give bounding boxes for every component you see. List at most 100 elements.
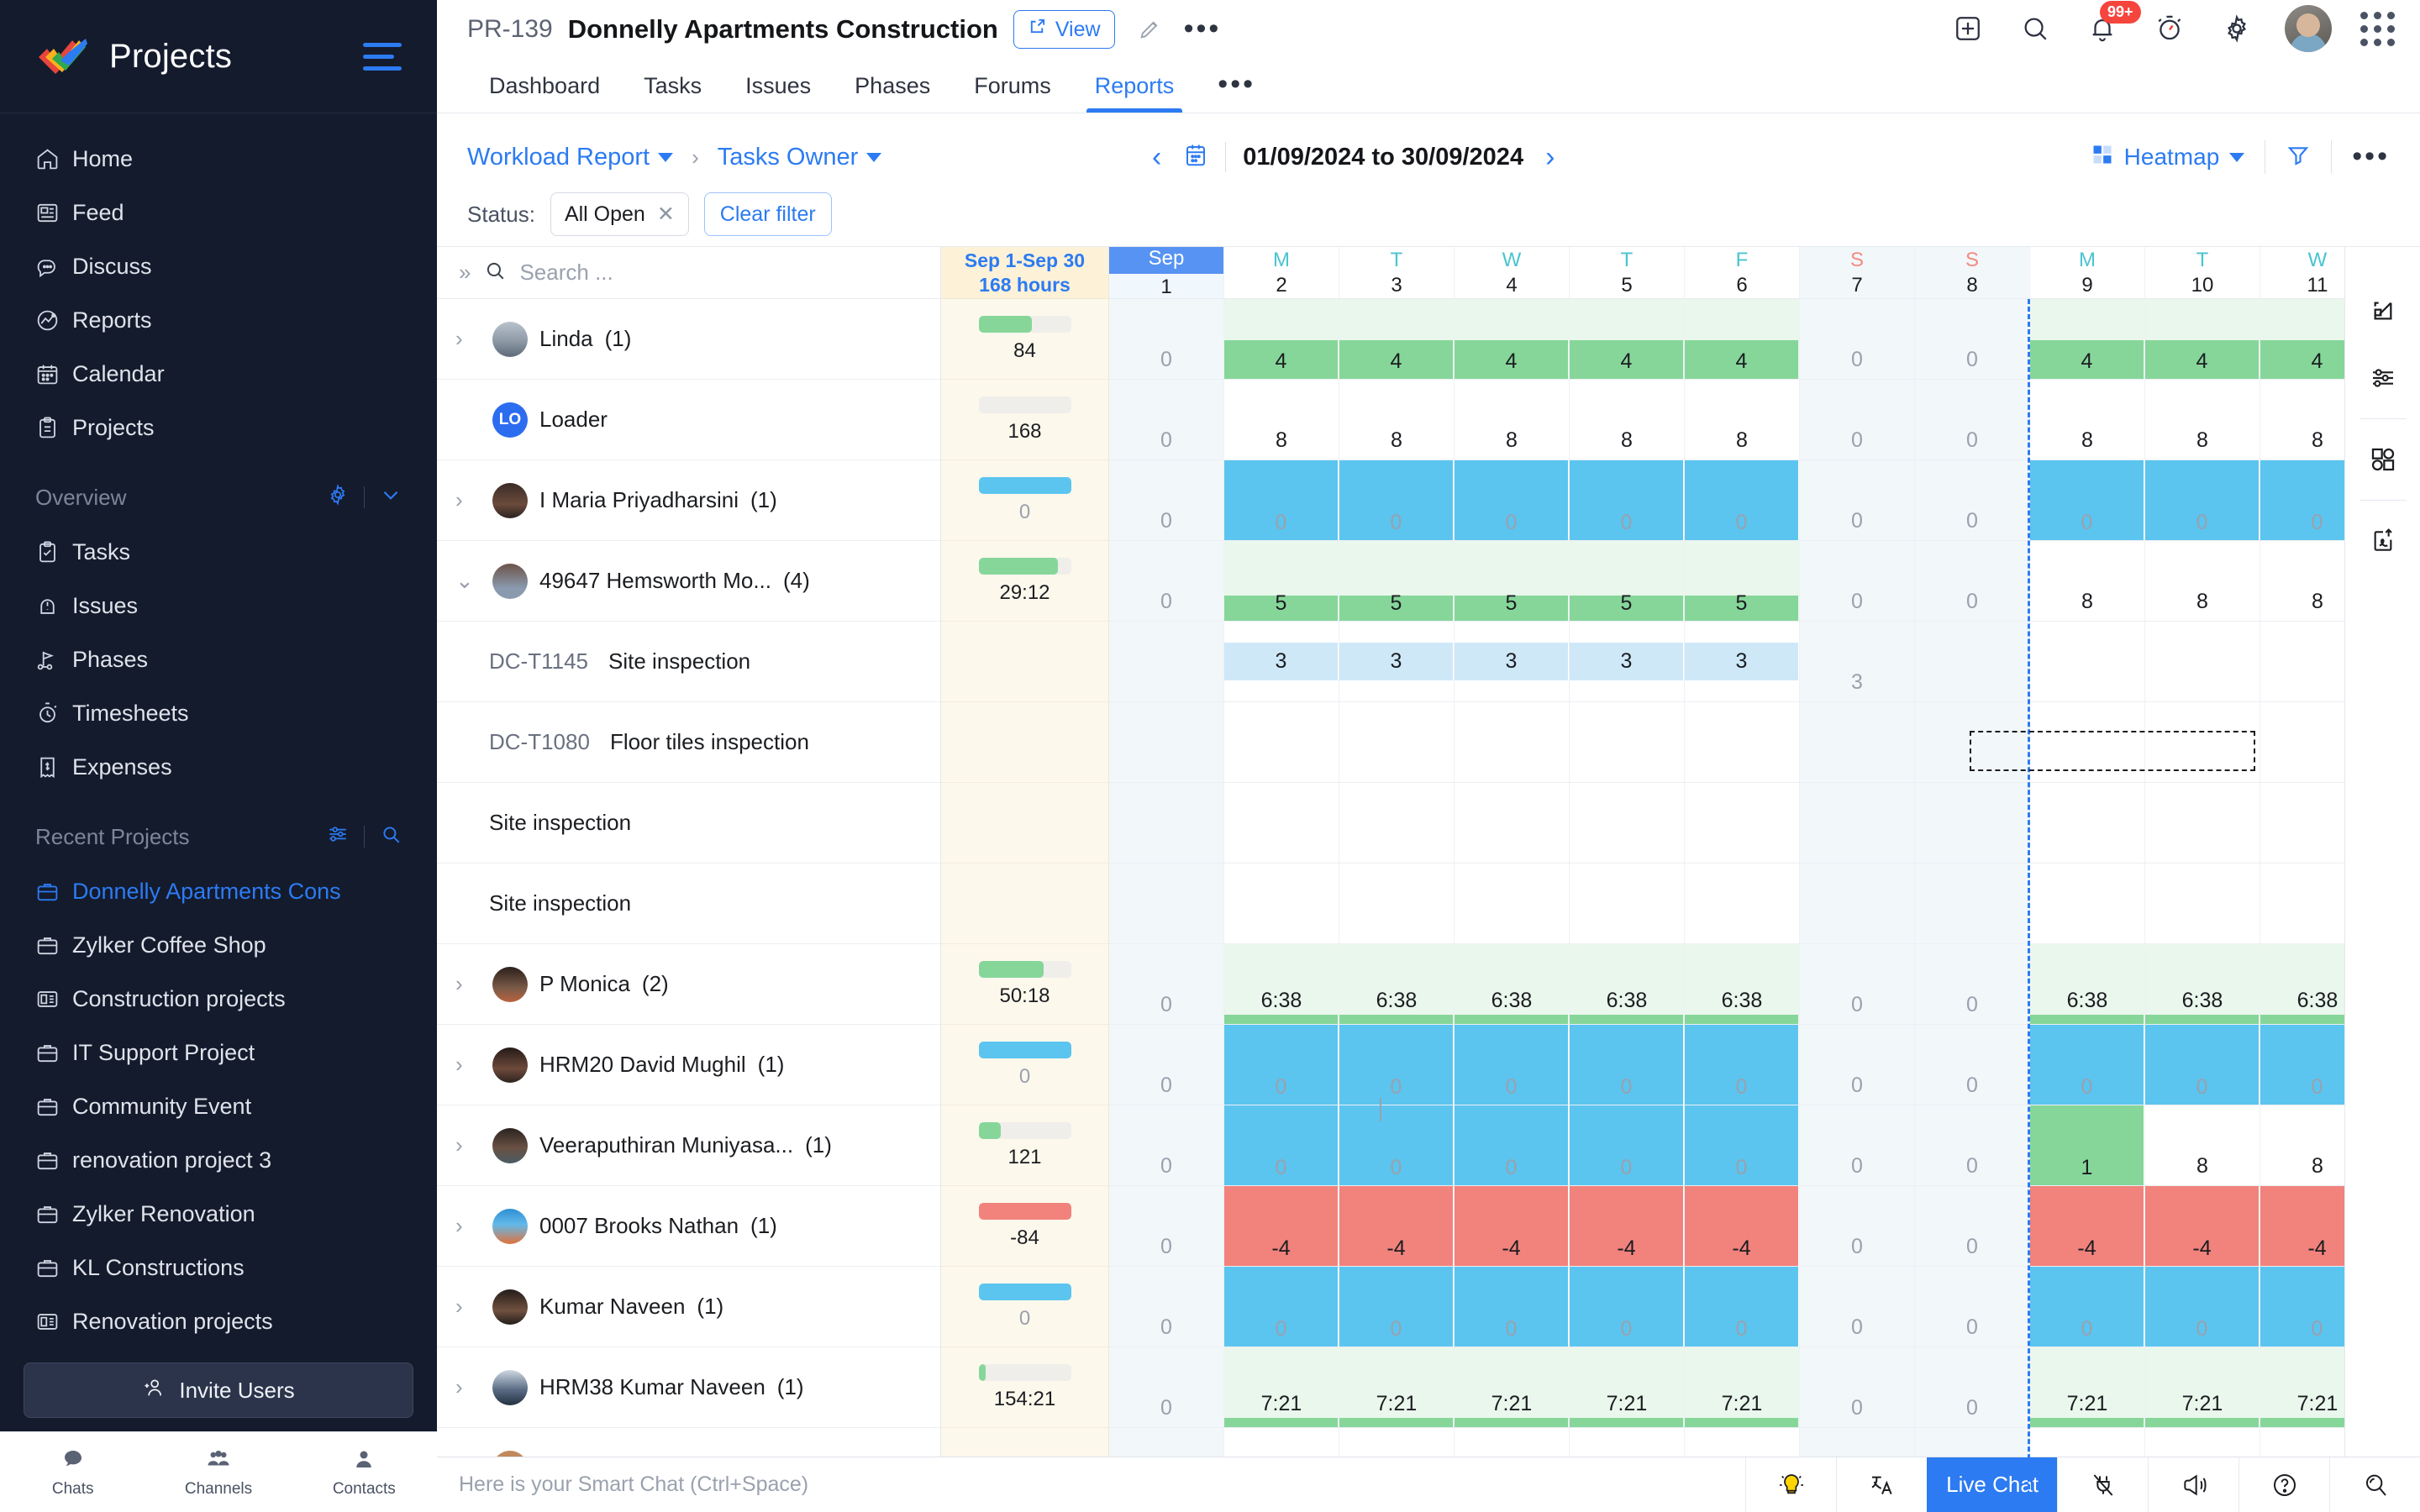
heatmap-cell[interactable] [2260,864,2344,943]
search-icon[interactable] [380,823,402,851]
heatmap-cell[interactable]: 0 [2260,1267,2344,1347]
sidebar-item-donnelly-apartments[interactable]: Donnelly Apartments Cons [0,864,437,918]
day-header-cell[interactable]: T3 [1339,247,1455,298]
heatmap-cell[interactable]: 8 [1455,380,1570,459]
export-pdf-icon[interactable] [2345,507,2420,575]
heatmap-cell[interactable]: 7:21 [1339,1347,1455,1427]
invite-users-button[interactable]: Invite Users [24,1362,413,1418]
heatmap-cell[interactable]: 0 [1109,1267,1224,1347]
sidebar-item-renovation-project-3[interactable]: renovation project 3 [0,1133,437,1187]
heatmap-cell[interactable]: -4 [1224,1186,1339,1266]
heatmap-cell[interactable]: 6:38 [1455,944,1570,1024]
plug-off-icon[interactable] [2057,1457,2148,1512]
sidebar-item-calendar[interactable]: Calendar [0,347,437,401]
heatmap-cell[interactable]: 7:21 [2030,1347,2145,1427]
heatmap-cell[interactable] [1339,702,1455,782]
heatmap-cell[interactable]: 0 [1570,460,1685,540]
list-item[interactable]: › HRM20 David Mughil (1) [437,1025,940,1105]
heatmap-cell[interactable]: 8 [2145,541,2260,621]
heatmap-cell[interactable]: 0 [1339,460,1455,540]
expand-toggle-icon[interactable]: › [455,1132,481,1158]
sidebar-item-timesheets[interactable]: Timesheets [0,686,437,740]
heatmap-cell[interactable]: 0 [1570,1267,1685,1347]
heatmap-cell[interactable]: 7:21 [1685,1347,1800,1427]
help-icon[interactable] [2238,1457,2329,1512]
heatmap-cell[interactable]: 7:21 [2260,1347,2344,1427]
report-more-button[interactable]: ••• [2352,143,2390,171]
heatmap-cell[interactable]: 6:38 [1339,944,1455,1024]
sidebar-item-projects[interactable]: Projects [0,401,437,454]
heatmap-cell[interactable]: -4 [1339,1186,1455,1266]
settings-gear-icon[interactable] [2217,9,2256,48]
heatmap-cell[interactable]: 8 [1685,380,1800,459]
heatmap-cell[interactable] [2260,783,2344,863]
heatmap-cell[interactable]: 0 [1570,1025,1685,1105]
expand-toggle-icon[interactable]: › [455,1213,481,1239]
heatmap-cell[interactable] [1800,702,1915,782]
heatmap-cell[interactable]: -4 [2145,1186,2260,1266]
heatmap-cell[interactable]: 0 [1109,380,1224,459]
heatmap-cell[interactable]: 0 [1800,944,1915,1024]
heatmap-cell[interactable] [2030,622,2145,701]
heatmap-cell[interactable]: 0 [1915,944,2030,1024]
heatmap-cell[interactable]: 0 [1339,1267,1455,1347]
heatmap-cell[interactable]: 0 [2030,1267,2145,1347]
notifications-bell-icon[interactable]: 99+ [2083,1,2141,48]
apps-grid-icon[interactable] [2360,11,2395,46]
user-avatar[interactable] [2285,5,2332,52]
heatmap-cell[interactable]: 4 [2260,299,2344,379]
group-by-dropdown[interactable]: Tasks Owner [718,144,882,171]
heatmap-cell[interactable] [1109,622,1224,701]
heatmap-cell[interactable]: 7:21 [1224,1347,1339,1427]
heatmap-cell[interactable] [1455,702,1570,782]
heatmap-cell[interactable]: 0 [1109,1186,1224,1266]
live-chat-button[interactable]: Live Chat [1927,1457,2057,1512]
heatmap-cell[interactable]: 5 [1685,541,1800,621]
heatmap-cell[interactable]: 7:21 [1570,1347,1685,1427]
heatmap-cell[interactable]: 5 [1339,541,1455,621]
timer-icon[interactable] [2150,9,2189,48]
search-circle-icon[interactable] [2329,1457,2420,1512]
heatmap-cell[interactable] [1339,864,1455,943]
heatmap-cell[interactable]: 0 [1915,460,2030,540]
expand-icon[interactable] [2345,277,2420,344]
heatmap-cell[interactable]: 4 [2030,299,2145,379]
heatmap-cell[interactable]: 0 [1685,1105,1800,1185]
heatmap-cell[interactable]: 0 [1109,1105,1224,1185]
heatmap-cell[interactable] [2145,864,2260,943]
sidebar-item-reports[interactable]: Reports [0,293,437,347]
heatmap-cell[interactable]: 0 [1915,380,2030,459]
collapse-toggle-icon[interactable]: ⌄ [455,568,481,594]
heatmap-cell[interactable] [1339,783,1455,863]
layout-icon[interactable] [2345,426,2420,493]
heatmap-cell[interactable]: 0 [1109,944,1224,1024]
sidebar-item-zylker-renovation[interactable]: Zylker Renovation [0,1187,437,1241]
heatmap-cell[interactable]: 5 [1455,541,1570,621]
heatmap-cell[interactable] [2030,783,2145,863]
tab-reports[interactable]: Reports [1073,73,1197,113]
sidebar-item-phases[interactable]: Phases [0,633,437,686]
translate-icon[interactable] [1836,1457,1927,1512]
table-row[interactable]: Site inspection [437,783,940,864]
heatmap-cell[interactable] [1455,864,1570,943]
search-icon[interactable] [2016,9,2054,48]
list-item[interactable]: LO Loader [437,380,940,460]
heatmap-cell[interactable]: 6:38 [2260,944,2344,1024]
heatmap-cell[interactable] [1109,864,1224,943]
sidebar-item-feed[interactable]: Feed [0,186,437,239]
column-resize-handle[interactable] [1376,1095,1385,1124]
heatmap-cell[interactable]: 4 [2145,299,2260,379]
sidebar-item-kl-constructions[interactable]: KL Constructions [0,1241,437,1294]
project-more-button[interactable]: ••• [1184,15,1222,43]
heatmap-cell[interactable]: 0 [1915,299,2030,379]
heatmap-cell[interactable]: 0 [1915,1105,2030,1185]
smart-chat-input[interactable]: Here is your Smart Chat (Ctrl+Space) [437,1473,1745,1497]
view-button[interactable]: View [1013,10,1115,49]
expand-toggle-icon[interactable]: › [455,971,481,997]
heatmap-cell[interactable]: -4 [1570,1186,1685,1266]
heatmap-cell[interactable] [2145,783,2260,863]
report-name-dropdown[interactable]: Workload Report [467,144,674,171]
heatmap-cell[interactable]: 0 [1685,460,1800,540]
heatmap-cell[interactable]: 8 [1570,380,1685,459]
list-item[interactable]: ⌄ 49647 Hemsworth Mo... (4) [437,541,940,622]
